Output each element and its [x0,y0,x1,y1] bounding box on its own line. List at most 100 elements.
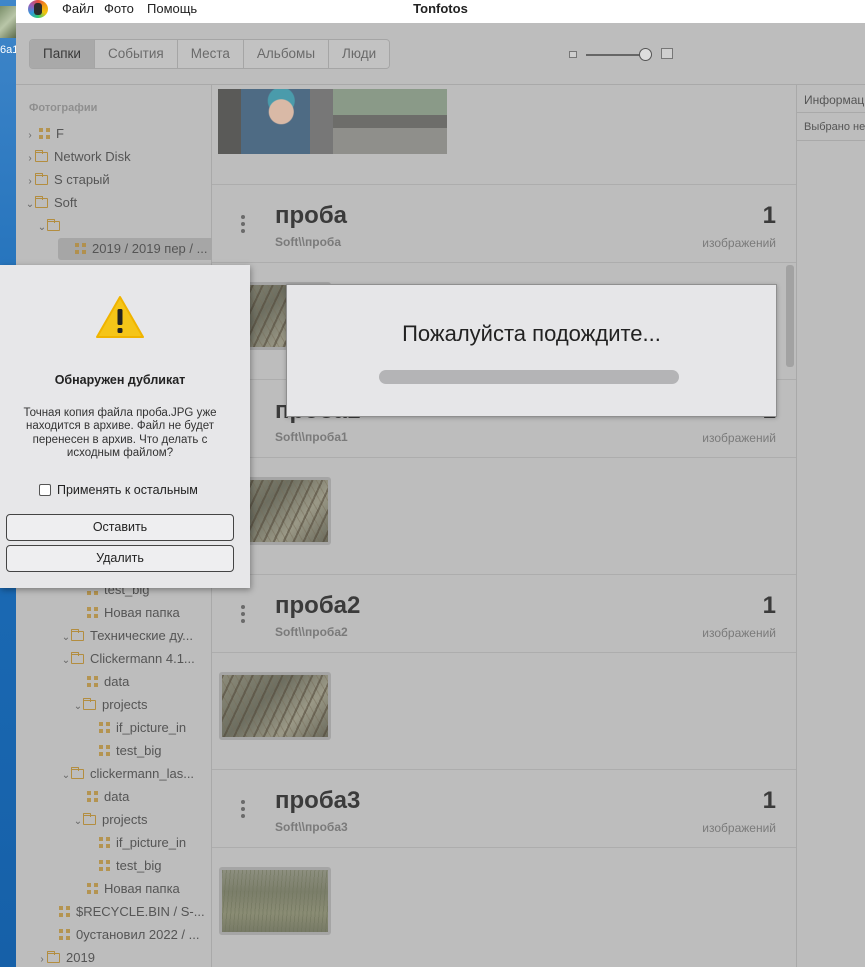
grid-icon [87,607,98,618]
tree-item[interactable]: data [73,671,129,693]
image-large-icon [661,48,673,59]
folder-icon [71,767,84,779]
tree-item[interactable]: Новая папка [73,602,180,624]
tree-item[interactable]: › F [25,123,64,145]
tree-item[interactable]: 0установил 2022 / ... [45,924,200,946]
grid-icon [39,128,50,139]
window-title: Tonfotos [413,1,468,16]
grid-icon [87,676,98,687]
info-panel-selection: Выбрано не [804,121,865,133]
tree-item[interactable]: ⌄ Soft [25,192,77,214]
tab-places[interactable]: Места [177,40,244,68]
event-menu-icon[interactable] [241,215,245,236]
tree-item[interactable]: › S старый [25,169,109,193]
sidebar-heading: Фотографии [29,102,98,114]
tree-item-label: 2019 / 2019 пер / ... [92,241,208,256]
event-header: проба3 Soft\\проба3 1 изображений [212,770,796,848]
duplicate-dialog: Обнаружен дубликат Точная копия файла пр… [0,265,250,588]
tab-albums[interactable]: Альбомы [243,40,330,68]
tree-item-label: Clickermann 4.1... [90,651,195,666]
desktop-file-label: 6a1 [0,44,16,56]
apply-to-all-checkbox[interactable]: Применять к остальным [39,483,198,497]
menu-photo[interactable]: Фото [104,1,134,16]
grid-icon [99,745,110,756]
event-path: Soft\\проба2 [275,625,348,639]
divider [797,140,865,141]
event-menu-icon[interactable] [241,605,245,626]
chevron-right-icon[interactable]: › [25,125,35,147]
folder-icon [83,813,96,825]
event-count: 1 [762,787,776,814]
tree-item-label: 2019 [66,950,95,965]
event-count-unit: изображений [702,236,776,250]
tree-item-label: Технические ду... [90,628,194,643]
chevron-down-icon[interactable]: ⌄ [61,627,71,649]
tree-item-label: F [56,126,64,141]
tree-item[interactable]: $RECYCLE.BIN / S-... [45,901,205,923]
tree-item[interactable]: ⌄ clickermann_las... [61,763,194,785]
tree-item-label: if_picture_in [116,835,187,850]
folder-icon [35,196,48,208]
chevron-right-icon[interactable]: › [37,949,47,967]
tab-folders[interactable]: Папки [30,40,95,68]
tree-item-label: Soft [54,195,78,210]
event-path: Soft\\проба1 [275,430,348,444]
warning-icon [96,296,144,338]
folder-icon [47,951,60,963]
tree-item[interactable]: ⌄ Технические ду... [61,625,193,647]
keep-button[interactable]: Оставить [6,514,234,541]
delete-button[interactable]: Удалить [6,545,234,572]
tree-item[interactable]: data [73,786,129,808]
tree-item[interactable]: ⌄ [37,215,66,237]
photo-thumbnail[interactable] [218,89,333,154]
chevron-down-icon[interactable]: ⌄ [61,650,71,672]
photo-strip-thumbnail[interactable] [218,89,447,154]
tree-item[interactable]: if_picture_in [85,832,186,854]
chevron-right-icon[interactable]: › [25,148,35,170]
tree-item[interactable]: test_big [85,740,162,762]
checkbox-box[interactable] [39,484,51,496]
tree-item[interactable]: test_big [85,855,162,877]
chevron-down-icon[interactable]: ⌄ [73,696,83,718]
desktop-file-thumbnail[interactable] [0,6,16,38]
tree-item[interactable]: ⌄ projects [73,809,148,831]
chevron-down-icon[interactable]: ⌄ [73,811,83,833]
tree-item-label: data [104,789,130,804]
tree-item[interactable]: if_picture_in [85,717,186,739]
divider [212,262,796,263]
chevron-down-icon[interactable]: ⌄ [37,217,47,239]
event-header: проба Soft\\проба 1 изображений [212,185,796,263]
menu-file[interactable]: Файл [62,1,94,16]
folder-icon [35,150,48,162]
menu-help[interactable]: Помощь [147,1,197,16]
info-panel-title: Информация [804,93,865,107]
toolbar: Папки События Места Альбомы Люди [16,23,865,85]
main-scrollbar[interactable] [786,265,794,367]
folder-icon [71,629,84,641]
chevron-right-icon[interactable]: › [25,171,35,193]
grid-icon [75,243,86,254]
grid-icon [59,906,70,917]
photo-thumbnail[interactable] [219,672,331,740]
chevron-down-icon[interactable]: ⌄ [61,765,71,787]
tree-item[interactable]: ⌄ projects [73,694,148,716]
photo-thumbnail[interactable] [219,867,331,935]
info-panel: Информация Выбрано не [796,85,865,967]
grid-icon [99,722,110,733]
grid-icon [99,837,110,848]
tab-events[interactable]: События [94,40,178,68]
tree-item[interactable]: › Network Disk [25,146,130,170]
tree-item-label: if_picture_in [116,720,187,735]
app-logo-icon [28,0,48,18]
event-menu-icon[interactable] [241,800,245,821]
tab-people[interactable]: Люди [329,40,390,68]
tree-item[interactable]: › 2019 [37,947,95,967]
photo-thumbnail[interactable] [333,89,447,154]
tree-item[interactable]: ⌄ Clickermann 4.1... [61,648,195,670]
wait-message: Пожалуйста подождите... [402,321,661,346]
chevron-down-icon[interactable]: ⌄ [25,194,35,216]
tree-item[interactable]: Новая папка [73,878,180,900]
zoom-slider-handle[interactable] [639,48,652,61]
tree-item-label: projects [102,697,148,712]
tree-item-label: test_big [116,858,162,873]
